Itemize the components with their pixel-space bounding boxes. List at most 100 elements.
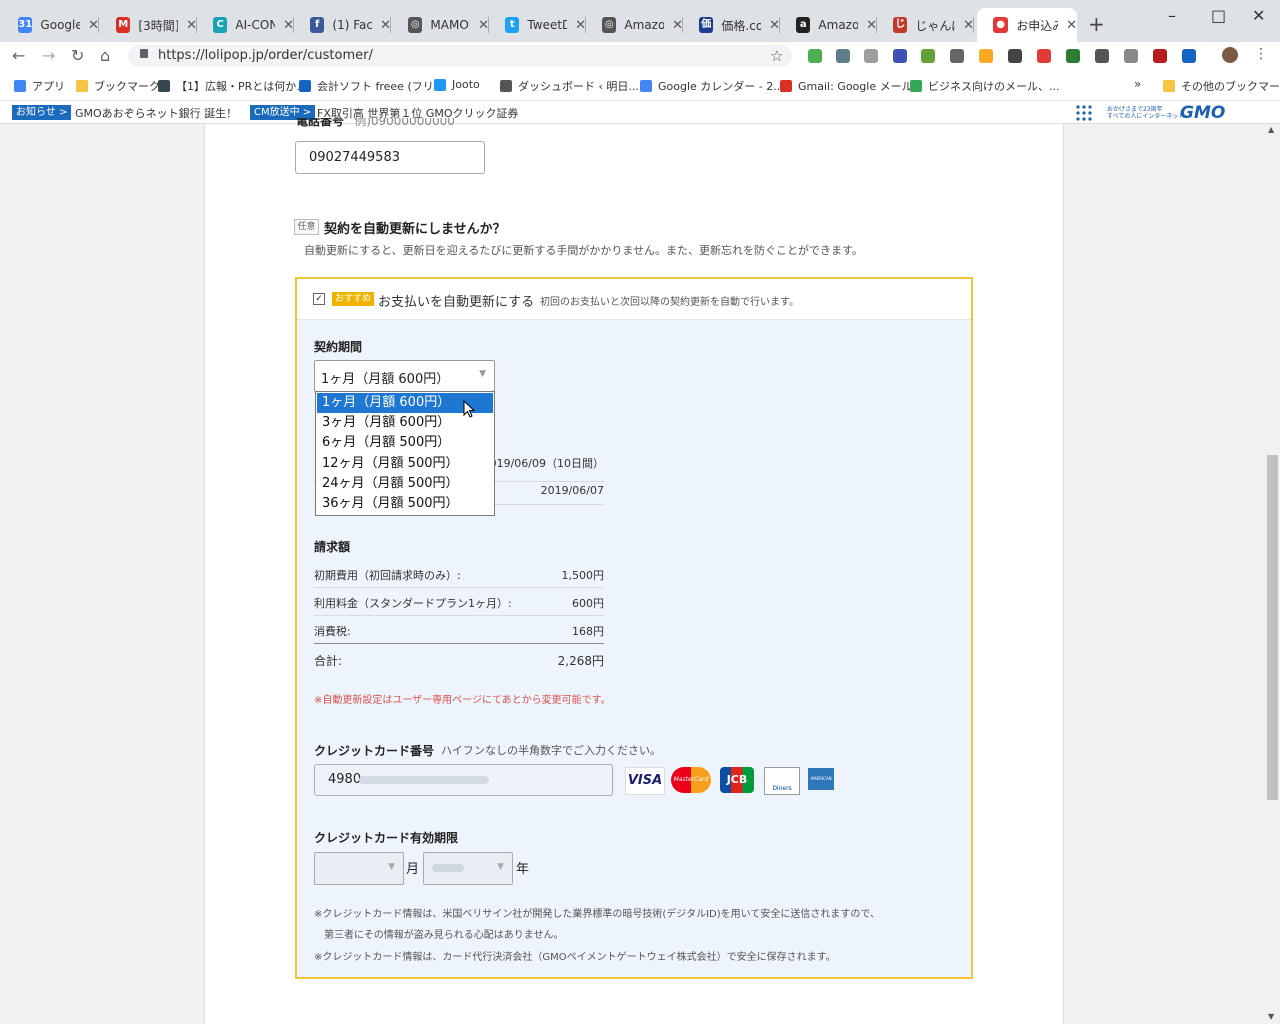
- bookmark-item[interactable]: ブックマーク: [76, 78, 160, 94]
- extension-icon[interactable]: [1037, 49, 1051, 63]
- tab-title: AI-CON: [235, 18, 276, 32]
- period-option[interactable]: 12ヶ月（月額 500円）: [317, 454, 493, 474]
- bookmark-item[interactable]: 【1】広報・PRとは何か...: [158, 78, 307, 94]
- avatar[interactable]: [1222, 47, 1238, 63]
- scroll-down-icon[interactable]: ▼: [1268, 1012, 1274, 1021]
- tab-title: Google: [40, 18, 81, 32]
- extension-icon[interactable]: [1124, 49, 1138, 63]
- bookmarks-more[interactable]: »: [1134, 77, 1141, 91]
- mastercard-icon: MasterCard: [671, 767, 711, 793]
- chevron-down-icon: ▼: [479, 369, 486, 379]
- billing-row-label: 利用料金（スタンダードプラン1ヶ月）:: [314, 597, 512, 610]
- cc-number-label: クレジットカード番号: [314, 744, 435, 758]
- close-tab-icon[interactable]: ✕: [1066, 18, 1077, 33]
- menu-icon[interactable]: ⋮: [1254, 46, 1268, 62]
- tab[interactable]: じじゃんぱ✕: [877, 8, 974, 42]
- kakaku-icon: 価: [699, 17, 714, 33]
- extension-icon[interactable]: [950, 49, 964, 63]
- news-text[interactable]: GMOあおぞらネット銀行 誕生！: [75, 105, 237, 121]
- bookmark-item[interactable]: アプリ: [14, 78, 65, 94]
- extension-icon[interactable]: [1008, 49, 1022, 63]
- tab[interactable]: ● お申込み ✕: [977, 8, 1077, 42]
- period-option[interactable]: 36ヶ月（月額 500円）: [317, 494, 493, 514]
- billing-row-value: 168円: [572, 625, 604, 638]
- gmo-logo[interactable]: GMO: [1180, 103, 1225, 123]
- period-select[interactable]: 1ヶ月（月額 600円） ▼: [314, 360, 495, 392]
- bookmark-item[interactable]: Gmail: Google メール: [780, 78, 913, 94]
- extension-icon[interactable]: [836, 49, 850, 63]
- expiry-month-select[interactable]: ▼: [314, 852, 404, 885]
- period-option[interactable]: 6ヶ月（月額 500円）: [317, 433, 493, 453]
- billing-row-label: 消費税:: [314, 625, 351, 638]
- total-row: 合計: 2,268円: [314, 652, 604, 669]
- billing-row: 初期費用（初回請求時のみ）: 1,500円: [314, 567, 604, 588]
- extension-icon[interactable]: [1153, 49, 1167, 63]
- auto-renew-checkbox[interactable]: ✓: [313, 293, 325, 305]
- period-option[interactable]: 24ヶ月（月額 500円）: [317, 474, 493, 494]
- maximize-icon[interactable]: □: [1211, 6, 1226, 25]
- bookmark-favicon: [299, 80, 311, 92]
- back-icon[interactable]: ←: [12, 46, 25, 65]
- bookmark-item[interactable]: Jooto: [434, 78, 480, 91]
- tab[interactable]: aAmazon✕: [780, 8, 877, 42]
- extension-icon[interactable]: [921, 49, 935, 63]
- news-badge[interactable]: お知らせ >: [12, 105, 72, 120]
- billing-divider: [314, 643, 604, 644]
- tab[interactable]: M [3時間] ✕: [100, 8, 197, 42]
- tab[interactable]: 31 Google ✕: [2, 8, 99, 42]
- tab-title: じゃんぱ: [915, 18, 955, 33]
- tab[interactable]: t TweetD ✕: [489, 8, 586, 42]
- bookmark-item[interactable]: その他のブックマーク: [1163, 78, 1280, 94]
- expiry-year-select[interactable]: ▼: [423, 852, 513, 885]
- extension-icon[interactable]: [808, 49, 822, 63]
- auto-renew-checkbox-label[interactable]: お支払いを自動更新にする: [378, 291, 534, 310]
- gmo-grid-icon[interactable]: [1076, 105, 1092, 121]
- bookmark-item[interactable]: Google カレンダー - 2...: [640, 78, 784, 94]
- scrollbar-thumb[interactable]: [1267, 455, 1278, 800]
- tab-title: 価格.co: [721, 18, 762, 33]
- bookmark-favicon: [780, 80, 792, 92]
- jcb-icon: JCB: [720, 767, 754, 793]
- recommend-badge: おすすめ: [332, 292, 375, 306]
- billing-label: 請求額: [314, 540, 351, 554]
- tab[interactable]: ◎MAMOR✕: [392, 8, 489, 42]
- phone-label-text: 電話番号: [296, 118, 345, 128]
- security-note-1: ※クレジットカード情報は、米国ベリサイン社が開発した業界標準の暗号技術(デジタル…: [314, 909, 880, 920]
- extension-icon[interactable]: [1182, 49, 1196, 63]
- mouse-cursor-icon: [463, 399, 476, 421]
- tab-separator: [390, 17, 391, 33]
- phone-value: 09027449583: [309, 150, 400, 165]
- cc-number-input[interactable]: 4980: [314, 764, 613, 796]
- tab-title: TweetD: [527, 18, 568, 32]
- phone-input[interactable]: 09027449583: [295, 141, 485, 174]
- billing-divider: [314, 615, 604, 616]
- star-icon[interactable]: ☆: [770, 47, 783, 65]
- bookmark-item[interactable]: ダッシュボード ‹ 明日...: [500, 78, 639, 94]
- home-icon[interactable]: ⌂: [100, 46, 110, 65]
- visa-icon: VISA: [625, 767, 665, 795]
- extension-icon[interactable]: [1095, 49, 1109, 63]
- bookmark-item[interactable]: ビジネス向けのメール、...: [910, 78, 1060, 94]
- scroll-up-icon[interactable]: ▲: [1268, 125, 1274, 134]
- tab-title: Amazon: [818, 18, 859, 32]
- extension-icon[interactable]: [864, 49, 878, 63]
- reload-icon[interactable]: ↻: [71, 46, 84, 65]
- bookmark-favicon: [434, 78, 446, 91]
- extension-icon[interactable]: [893, 49, 907, 63]
- total-label: 合計:: [314, 654, 343, 668]
- auto-renew-description: 自動更新にすると、更新日を迎えるたびに更新する手間がかかりません。また、更新忘れ…: [304, 244, 863, 257]
- tab[interactable]: C AI-CON ✕: [197, 8, 294, 42]
- bookmark-label: Jooto: [452, 78, 480, 91]
- bookmark-item[interactable]: 会計ソフト freee (フリ...: [299, 78, 444, 94]
- tab[interactable]: f(1) Face✕: [294, 8, 391, 42]
- extension-icon[interactable]: [979, 49, 993, 63]
- forward-icon[interactable]: →: [42, 46, 55, 65]
- billing-row: 消費税: 168円: [314, 623, 604, 644]
- minimize-icon[interactable]: –: [1168, 6, 1176, 25]
- tab[interactable]: ◎Amazon✕: [586, 8, 683, 42]
- bookmark-label: その他のブックマーク: [1181, 80, 1280, 93]
- new-tab-button[interactable]: +: [1088, 12, 1105, 36]
- close-window-icon[interactable]: ✕: [1252, 6, 1265, 25]
- tab[interactable]: 価価格.co ✕: [683, 8, 780, 42]
- extension-icon[interactable]: [1066, 49, 1080, 63]
